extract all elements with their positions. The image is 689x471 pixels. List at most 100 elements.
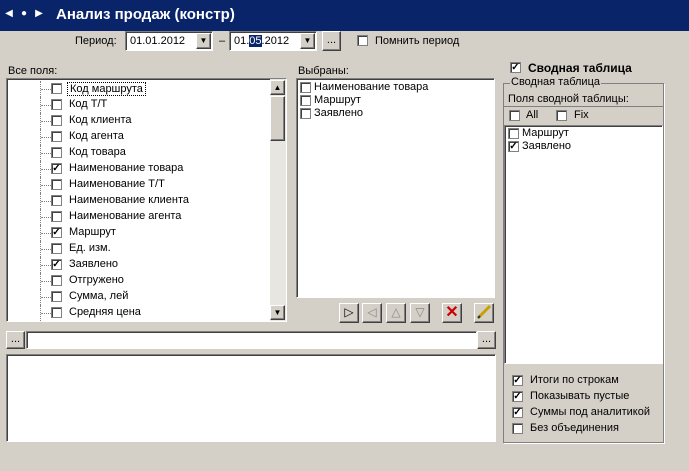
move-right-button[interactable]: ▷ bbox=[339, 303, 359, 323]
field-checkbox[interactable] bbox=[51, 131, 62, 142]
list-item[interactable]: Заявлено bbox=[297, 107, 494, 120]
field-label: Средняя цена bbox=[69, 306, 141, 318]
edit-button[interactable] bbox=[474, 303, 494, 323]
dot-icon[interactable]: ● bbox=[19, 9, 29, 19]
field-checkbox[interactable] bbox=[51, 115, 62, 126]
tree-line bbox=[41, 233, 51, 234]
field-checkbox[interactable] bbox=[51, 179, 62, 190]
delete-button[interactable]: ✕ bbox=[442, 303, 462, 323]
selected-label: Заявлено bbox=[314, 107, 364, 119]
tree-item[interactable]: Код агента bbox=[7, 129, 272, 145]
selected-checkbox[interactable] bbox=[300, 95, 311, 106]
field-label: Отгружено bbox=[69, 274, 124, 286]
pivot-option-checkbox[interactable]: ✓ bbox=[512, 375, 523, 386]
pivot-field-checkbox[interactable] bbox=[508, 128, 519, 139]
description-area[interactable] bbox=[6, 354, 496, 442]
field-label: Наименование клиента bbox=[69, 194, 190, 206]
tree-line bbox=[41, 153, 51, 154]
pivot-field-checkbox[interactable]: ✓ bbox=[508, 141, 519, 152]
field-checkbox[interactable] bbox=[51, 307, 62, 318]
scroll-thumb[interactable] bbox=[270, 96, 285, 141]
scroll-up-icon[interactable]: ▲ bbox=[270, 80, 285, 95]
period-separator: – bbox=[219, 35, 226, 47]
field-checkbox[interactable]: ✓ bbox=[51, 227, 62, 238]
tree-item[interactable]: Код товара bbox=[7, 145, 272, 161]
field-label: Маршрут bbox=[69, 226, 116, 238]
menu-right-icon[interactable]: ▶ bbox=[34, 9, 44, 19]
tree-item[interactable]: Наименование агента bbox=[7, 209, 272, 225]
field-checkbox[interactable] bbox=[51, 147, 62, 158]
field-label: Наименование Т/Т bbox=[69, 178, 165, 190]
list-item[interactable]: ✓ Заявлено bbox=[505, 140, 662, 153]
pivot-option-checkbox[interactable]: ✓ bbox=[512, 391, 523, 402]
pencil-icon bbox=[476, 304, 492, 320]
list-item[interactable]: Маршрут bbox=[297, 94, 494, 107]
field-checkbox[interactable] bbox=[51, 99, 62, 110]
list-item[interactable]: Маршрут bbox=[505, 127, 662, 140]
pivot-group-label: Сводная таблица bbox=[510, 76, 601, 88]
tree-item[interactable]: ✓ Наименование товара bbox=[7, 161, 272, 177]
tree-line bbox=[41, 89, 51, 90]
field-checkbox[interactable] bbox=[51, 195, 62, 206]
list-item[interactable]: Наименование товара bbox=[297, 81, 494, 94]
pivot-option-checkbox[interactable] bbox=[512, 423, 523, 434]
field-checkbox[interactable]: ✓ bbox=[51, 259, 62, 270]
period-ellipsis-button[interactable]: ... bbox=[322, 31, 341, 51]
tree-line bbox=[41, 169, 51, 170]
field-label: Ед. изм. bbox=[69, 242, 111, 254]
period-to-field[interactable]: 01.05.2012 ▼ bbox=[229, 31, 317, 51]
pivot-fields-list[interactable]: Маршрут ✓ Заявлено bbox=[504, 125, 663, 364]
period-from-field[interactable]: 01.01.2012 ▼ bbox=[125, 31, 213, 51]
tree-item[interactable]: Код маршрута bbox=[7, 81, 272, 97]
selected-label: Выбраны: bbox=[298, 65, 349, 77]
tree-line bbox=[41, 185, 51, 186]
tree-item[interactable]: Ед. изм. bbox=[7, 241, 272, 257]
scroll-down-icon[interactable]: ▼ bbox=[270, 305, 285, 320]
selected-checkbox[interactable] bbox=[300, 108, 311, 119]
tree-item[interactable]: Отгружено bbox=[7, 273, 272, 289]
pivot-option-checkbox[interactable]: ✓ bbox=[512, 407, 523, 418]
pivot-all-checkbox[interactable] bbox=[509, 110, 520, 121]
move-left-button[interactable]: ◁ bbox=[362, 303, 382, 323]
tree-item[interactable]: Средняя цена bbox=[7, 305, 272, 321]
tree-item[interactable]: ✓ Заявлено bbox=[7, 257, 272, 273]
pivot-enabled-checkbox[interactable]: ✓ bbox=[510, 62, 521, 73]
divider bbox=[504, 106, 663, 107]
pivot-option-label: Итоги по строкам bbox=[530, 374, 619, 386]
field-checkbox[interactable]: ✓ bbox=[51, 163, 62, 174]
tree-line bbox=[41, 201, 51, 202]
move-up-button[interactable]: △ bbox=[386, 303, 406, 323]
tree-line bbox=[41, 105, 51, 106]
all-fields-scrollbar[interactable]: ▲ ▼ bbox=[270, 79, 286, 321]
selected-list[interactable]: Наименование товара Маршрут Заявлено bbox=[296, 78, 495, 298]
filter-right-button[interactable]: ... bbox=[477, 331, 496, 349]
pivot-fix-checkbox[interactable] bbox=[556, 110, 567, 121]
tree-line bbox=[41, 297, 51, 298]
all-fields-list[interactable]: Код маршрута Код Т/Т Код клиента Код агента… bbox=[6, 78, 287, 322]
field-checkbox[interactable] bbox=[51, 243, 62, 254]
field-checkbox[interactable] bbox=[51, 211, 62, 222]
tree-item[interactable]: Сумма, лей bbox=[7, 289, 272, 305]
field-checkbox[interactable] bbox=[51, 275, 62, 286]
tree-item[interactable]: Наименование клиента bbox=[7, 193, 272, 209]
filter-input[interactable] bbox=[26, 331, 477, 349]
filter-left-button[interactable]: ... bbox=[6, 331, 25, 349]
tree-item[interactable]: Наименование Т/Т bbox=[7, 177, 272, 193]
tree-item[interactable]: ✓ Маршрут bbox=[7, 225, 272, 241]
chevron-down-icon[interactable]: ▼ bbox=[300, 33, 315, 49]
tree-item[interactable]: Код клиента bbox=[7, 113, 272, 129]
field-checkbox[interactable] bbox=[51, 83, 62, 94]
chevron-down-icon[interactable]: ▼ bbox=[196, 33, 211, 49]
menu-left-icon[interactable]: ◀ bbox=[4, 9, 14, 19]
tree-line bbox=[41, 249, 51, 250]
field-label: Код товара bbox=[69, 146, 126, 158]
pivot-field-label: Заявлено bbox=[522, 140, 572, 152]
field-label: Код агента bbox=[69, 130, 124, 142]
selected-checkbox[interactable] bbox=[300, 82, 311, 93]
tree-item[interactable]: Код Т/Т bbox=[7, 97, 272, 113]
field-checkbox[interactable] bbox=[51, 291, 62, 302]
pivot-field-label: Маршрут bbox=[522, 127, 569, 139]
field-label: Код Т/Т bbox=[69, 98, 108, 110]
remember-period-checkbox[interactable] bbox=[357, 35, 368, 46]
move-down-button[interactable]: ▽ bbox=[410, 303, 430, 323]
